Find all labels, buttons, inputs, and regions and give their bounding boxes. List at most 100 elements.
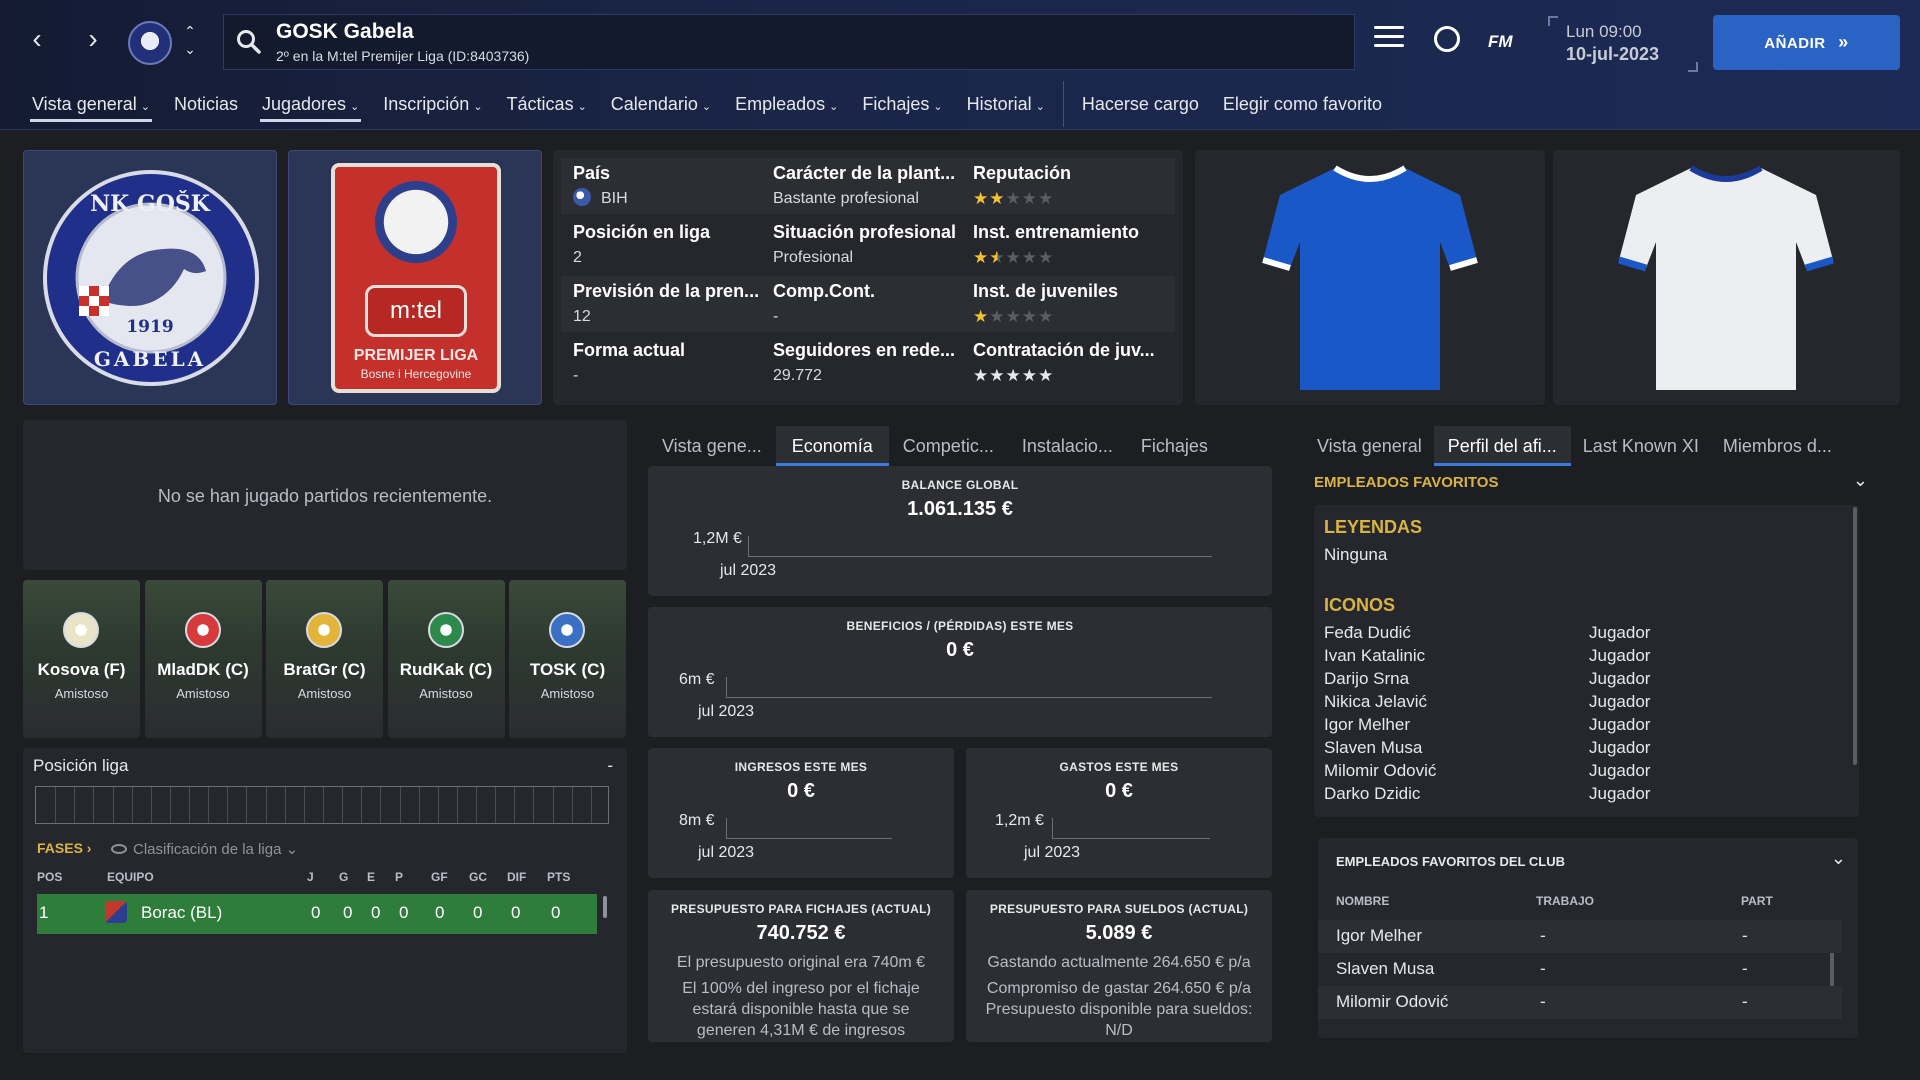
- standings-column-header[interactable]: GF: [431, 870, 448, 884]
- tab-label: Fichajes: [1140, 436, 1208, 456]
- icon-name[interactable]: Feđa Dudić: [1324, 623, 1411, 643]
- club-favorites-column-header[interactable]: TRABAJO: [1536, 894, 1594, 908]
- star-icon: ★: [973, 189, 990, 208]
- standings-dropdown[interactable]: Clasificación de la liga ⌄: [111, 840, 298, 858]
- club-favorite-row[interactable]: Milomir Odović - -: [1318, 986, 1842, 1019]
- home-kit-card[interactable]: [1195, 150, 1545, 405]
- away-kit-card[interactable]: [1553, 150, 1900, 405]
- fases-button[interactable]: FASES ›: [37, 840, 91, 856]
- league-position-panel: Posición liga - FASES › Clasificación de…: [23, 748, 627, 1053]
- icon-name[interactable]: Nikica Jelavić: [1324, 692, 1427, 712]
- chevron-down-icon[interactable]: ⌄: [1853, 470, 1868, 491]
- icon-name[interactable]: Darko Dzidic: [1324, 784, 1420, 804]
- club-crest-small[interactable]: [128, 21, 172, 65]
- nav-action-1[interactable]: Elegir como favorito: [1211, 78, 1394, 130]
- right-tab-0[interactable]: Vista general: [1305, 426, 1434, 466]
- search-icon[interactable]: [236, 29, 262, 55]
- nav-item-8[interactable]: Historial ⌄: [955, 78, 1057, 130]
- center-tab-2[interactable]: Competic...: [889, 426, 1008, 466]
- nav-item-6[interactable]: Empleados ⌄: [723, 78, 850, 130]
- icon-row[interactable]: Darko Dzidic Jugador: [1324, 784, 1824, 807]
- right-tab-1[interactable]: Perfil del afi...: [1433, 426, 1571, 466]
- date-display[interactable]: Lun 09:00 10-jul-2023: [1548, 16, 1698, 72]
- club-favorite-name[interactable]: Igor Melher: [1336, 926, 1422, 946]
- right-tab-3[interactable]: Miembros d...: [1711, 426, 1844, 466]
- icon-row[interactable]: Slaven Musa Jugador: [1324, 738, 1824, 761]
- icon-row[interactable]: Ivan Katalinic Jugador: [1324, 646, 1824, 669]
- icon-row[interactable]: Nikica Jelavić Jugador: [1324, 692, 1824, 715]
- info-row-2: Posición en liga 2 Situación profesional…: [561, 217, 1175, 273]
- chevron-down-icon[interactable]: ⌄: [180, 40, 200, 58]
- standings-column-header[interactable]: G: [339, 870, 348, 884]
- position-gridline: [418, 787, 420, 823]
- standings-column-header[interactable]: P: [395, 870, 403, 884]
- nav-item-label: Inscripción: [383, 94, 470, 114]
- forward-button[interactable]: ›: [78, 24, 108, 54]
- icon-role: Jugador: [1589, 623, 1651, 642]
- icon-role: Jugador: [1589, 669, 1651, 688]
- hamburger-menu-icon[interactable]: [1374, 26, 1404, 50]
- fm-logo[interactable]: FM: [1488, 32, 1513, 52]
- club-favorite-name[interactable]: Milomir Odović: [1336, 992, 1448, 1012]
- standings-column-header[interactable]: EQUIPO: [107, 870, 154, 884]
- fixture-card[interactable]: Kosova (F) Amistoso: [23, 580, 140, 738]
- nav-item-4[interactable]: Tácticas ⌄: [495, 78, 599, 130]
- nav-item-3[interactable]: Inscripción ⌄: [371, 78, 494, 130]
- standings-column-header[interactable]: E: [367, 870, 375, 884]
- club-favorite-row[interactable]: Slaven Musa - -: [1318, 953, 1842, 986]
- nav-action-0[interactable]: Hacerse cargo: [1070, 78, 1211, 130]
- standings-column-header[interactable]: POS: [37, 870, 62, 884]
- icon-row[interactable]: Milomir Odović Jugador: [1324, 761, 1824, 784]
- favorites-section-header[interactable]: EMPLEADOS FAVORITOS ⌄: [1314, 470, 1874, 498]
- add-button[interactable]: AÑADIR »: [1713, 15, 1900, 70]
- center-tab-4[interactable]: Fichajes: [1127, 426, 1222, 466]
- pais-value[interactable]: BIH: [573, 186, 773, 212]
- chevron-down-icon[interactable]: ⌄: [1831, 848, 1846, 869]
- nav-item-2[interactable]: Jugadores ⌄: [250, 78, 371, 130]
- fixture-card[interactable]: BratGr (C) Amistoso: [266, 580, 383, 738]
- favorites-scrollbar-thumb[interactable]: [1853, 507, 1857, 765]
- club-crest-card[interactable]: NK GOŠK 1919 GABELA: [23, 150, 277, 405]
- club-favorite-row[interactable]: Igor Melher - -: [1318, 920, 1842, 953]
- search-box[interactable]: GOSK Gabela 2º en la M:tel Premijer Liga…: [223, 14, 1355, 70]
- center-tab-1[interactable]: Economía: [775, 426, 889, 466]
- fixture-card[interactable]: MladDK (C) Amistoso: [144, 580, 262, 738]
- icon-row[interactable]: Igor Melher Jugador: [1324, 715, 1824, 738]
- center-tab-0[interactable]: Vista gene...: [648, 426, 776, 466]
- chevron-up-icon[interactable]: ⌃: [180, 22, 200, 40]
- center-tab-3[interactable]: Instalacio...: [1008, 426, 1127, 466]
- icon-row[interactable]: Feđa Dudić Jugador: [1324, 623, 1824, 646]
- nav-item-1[interactable]: Noticias: [162, 78, 250, 130]
- nav-item-5[interactable]: Calendario ⌄: [599, 78, 723, 130]
- standings-column-header[interactable]: GC: [469, 870, 487, 884]
- league-badge-card[interactable]: m:tel PREMIJER LIGA Bosne i Hercegovine: [288, 150, 542, 405]
- nav-item-7[interactable]: Fichajes ⌄: [850, 78, 954, 130]
- fixture-card[interactable]: RudKak (C) Amistoso: [387, 580, 505, 738]
- icon-name[interactable]: Igor Melher: [1324, 715, 1410, 735]
- fixture-card[interactable]: TOSK (C) Amistoso: [509, 580, 626, 738]
- nav-item-label: Vista general: [32, 94, 137, 114]
- club-switcher[interactable]: ⌃ ⌄: [180, 22, 200, 62]
- icon-row[interactable]: Darijo Srna Jugador: [1324, 669, 1824, 692]
- club-favorite-job: -: [1540, 926, 1546, 945]
- icon-name[interactable]: Slaven Musa: [1324, 738, 1422, 758]
- standings-column-header[interactable]: PTS: [547, 870, 570, 884]
- nav-item-0[interactable]: Vista general ⌄: [20, 78, 162, 130]
- fixture-type: Amistoso: [297, 686, 352, 701]
- club-favorites-column-header[interactable]: PART: [1741, 894, 1773, 908]
- right-tab-2[interactable]: Last Known XI: [1571, 426, 1711, 466]
- standings-column-header[interactable]: J: [307, 870, 314, 884]
- situacion-value: Profesional: [773, 249, 854, 266]
- chevron-down-icon: ⌄: [473, 101, 483, 113]
- icon-name[interactable]: Darijo Srna: [1324, 669, 1409, 689]
- back-button[interactable]: ‹: [22, 24, 52, 54]
- globe-icon[interactable]: [1434, 26, 1460, 52]
- club-favorite-name[interactable]: Slaven Musa: [1336, 959, 1434, 979]
- standings-team[interactable]: Borac (BL): [141, 903, 222, 923]
- icon-name[interactable]: Milomir Odović: [1324, 761, 1436, 781]
- icon-name[interactable]: Ivan Katalinic: [1324, 646, 1425, 666]
- standings-scrollbar[interactable]: [603, 896, 607, 918]
- standings-row[interactable]: 1 Borac (BL) 0 0 0 0 0 0 0 0: [37, 894, 597, 934]
- club-favorites-column-header[interactable]: NOMBRE: [1336, 894, 1389, 908]
- standings-column-header[interactable]: DIF: [507, 870, 526, 884]
